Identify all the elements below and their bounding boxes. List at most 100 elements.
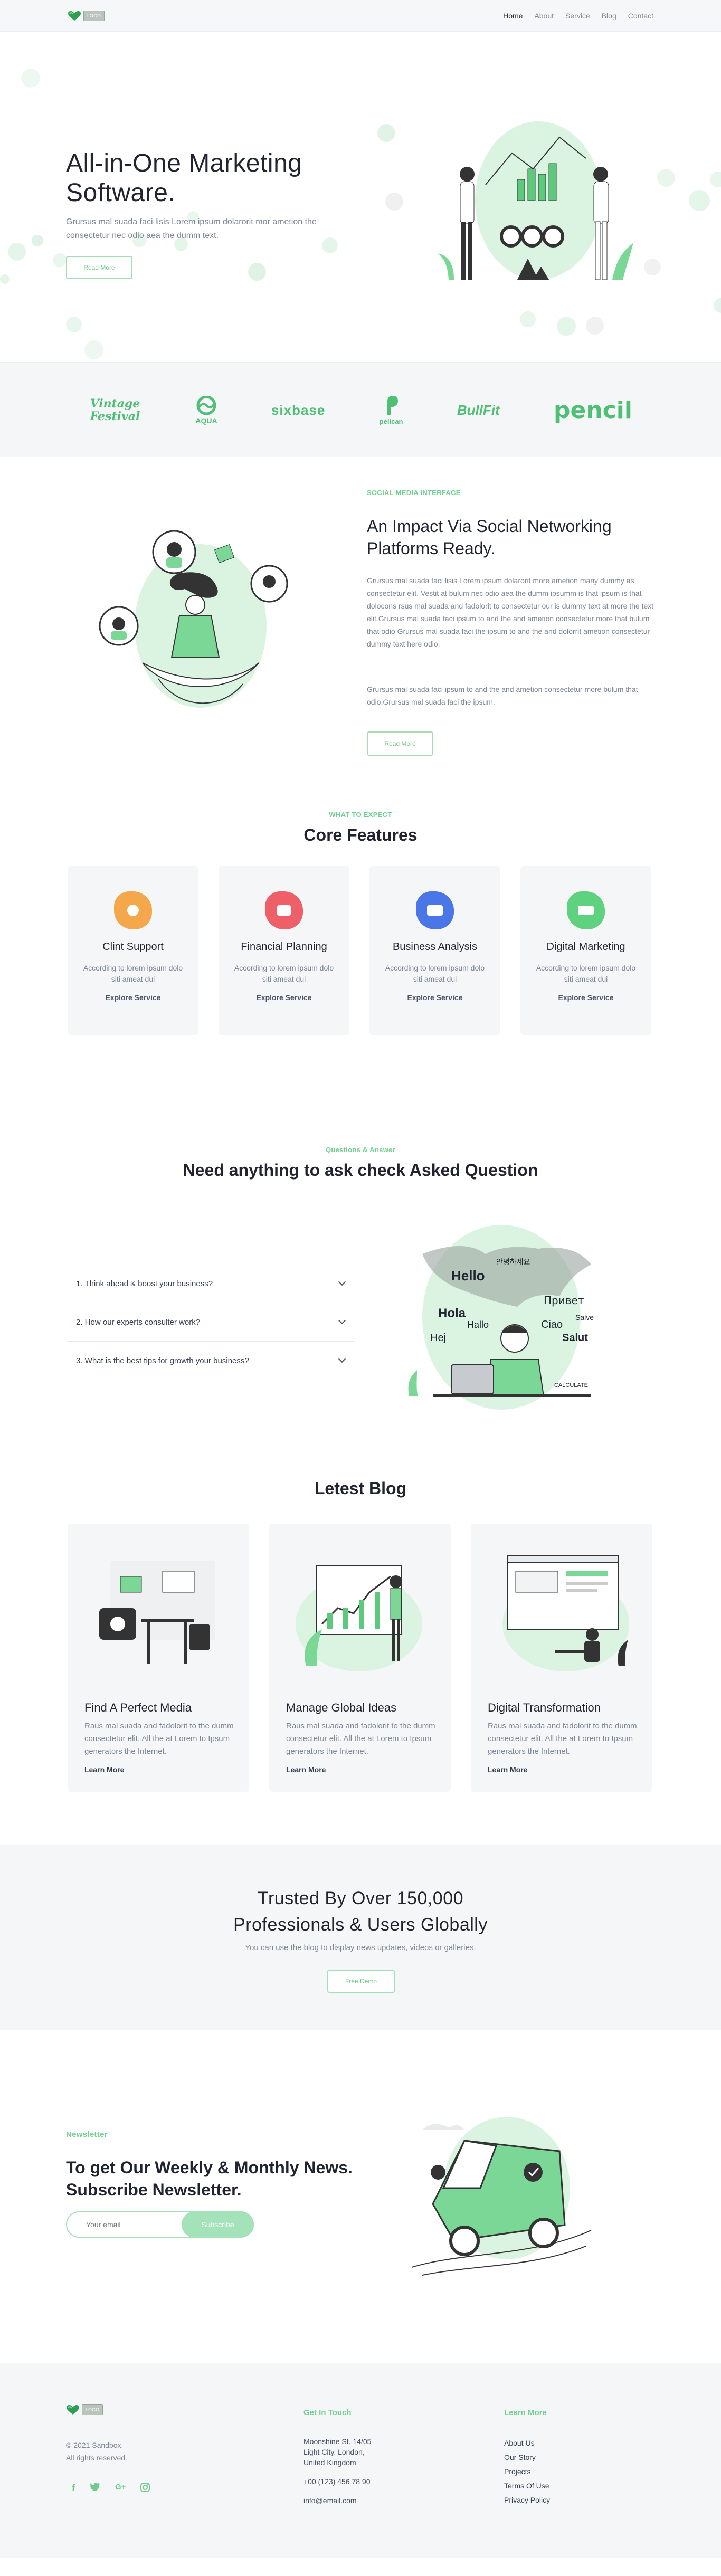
address-line-3: United Kingdom xyxy=(303,2458,356,2467)
faq-accordion: 1. Think ahead & boost your business? 2.… xyxy=(68,1265,355,1380)
hero-read-more-button[interactable]: Read More xyxy=(66,256,132,279)
faq-question[interactable]: 3. What is the best tips for growth your… xyxy=(68,1342,355,1380)
blog-post-text: Raus mal suada and fadolorit to the dumm… xyxy=(488,1722,637,1756)
features-title: Core Features xyxy=(303,825,418,844)
main-menu: Home About Service Blog Contact xyxy=(503,12,653,20)
email-link[interactable]: info@email.com xyxy=(303,2495,371,2506)
social-text-1: Grursus mal suada faci lisis Lorem ipsum… xyxy=(367,576,654,648)
footer-link-our-story[interactable]: Our Story xyxy=(504,2450,550,2465)
blog-posts: Find A Perfect Media Raus mal suada and … xyxy=(68,1524,652,1792)
trust-title-line-2: Professionals & Users Globally xyxy=(233,1915,488,1935)
facebook-icon[interactable]: f xyxy=(72,2483,75,2495)
faq-eyebrow: Questions & Answer xyxy=(325,1146,396,1154)
hero-section: All-in-One Marketing Software. Grursus m… xyxy=(0,32,721,362)
book-label: CALCULATE xyxy=(554,1382,588,1389)
blog-post-card[interactable]: Digital Transformation Raus mal suada an… xyxy=(471,1524,652,1792)
brand-logo-vintage-festival: Vintage Festival xyxy=(90,397,140,423)
feature-card-client-support[interactable]: Clint Support According to lorem ipsum d… xyxy=(68,866,198,1035)
trust-text: You can use the blog to display news upd… xyxy=(245,1943,476,1952)
feature-card-financial-planning[interactable]: Financial Planning According to lorem ip… xyxy=(219,866,349,1035)
copyright-line-2: All rights reserved. xyxy=(66,2454,127,2462)
chevron-down-icon xyxy=(338,1355,346,1363)
footer-link-terms[interactable]: Terms Of Use xyxy=(504,2479,550,2493)
feature-card-digital-marketing[interactable]: Digital Marketing According to lorem ips… xyxy=(520,866,651,1035)
salve-word: Salve xyxy=(575,1313,594,1322)
core-features-section: WHAT TO EXPECT Core Features Clint Suppo… xyxy=(0,805,721,1127)
nav-about-link[interactable]: About xyxy=(534,12,554,20)
footer-link-about-us[interactable]: About Us xyxy=(504,2436,550,2450)
aqua-wave-icon xyxy=(196,395,216,415)
blog-post-card[interactable]: Manage Global Ideas Raus mal suada and f… xyxy=(269,1524,451,1792)
social-media-section: SOCIAL MEDIA INTERFACE An Impact Via Soc… xyxy=(0,457,721,805)
blog-post-text: Raus mal suada and fadolorit to the dumm… xyxy=(84,1722,234,1756)
learn-more-link[interactable]: Learn More xyxy=(84,1765,124,1774)
feature-card-title: Clint Support xyxy=(102,941,164,953)
languages-illustration: Hello Hola Hallo Hej Привет Ciao Salut S… xyxy=(408,1225,594,1410)
footer-learn-more-column: Learn More About Us Our Story Projects T… xyxy=(504,2408,550,2507)
aqua-brand-label: AQUA xyxy=(195,416,217,425)
nav-blog-link[interactable]: Blog xyxy=(602,12,616,20)
contact-heading: Get In Touch xyxy=(303,2408,352,2417)
site-logo[interactable]: LOGO xyxy=(68,11,105,21)
trust-title-line-1: Trusted By Over 150,000 xyxy=(257,1888,464,1908)
brand-logos-strip: Vintage Festival AQUA sixbase pelican Bu… xyxy=(0,362,721,457)
feature-card-title: Business Analysis xyxy=(392,941,478,953)
social-title: An Impact Via Social Networking Platform… xyxy=(367,517,612,558)
address-line-2: Light City, London, xyxy=(303,2448,365,2456)
nav-contact-link[interactable]: Contact xyxy=(628,12,653,20)
digital-marketing-icon xyxy=(567,891,605,929)
annyeong-word: 안녕하세요 xyxy=(496,1258,530,1267)
global-ideas-illustration xyxy=(296,1565,422,1671)
google-plus-icon[interactable]: G+ xyxy=(115,2483,126,2495)
privet-word: Привет xyxy=(544,1294,584,1307)
social-text-2: Grursus mal suada faci ipsum to and the … xyxy=(367,685,638,706)
social-links: f G+ xyxy=(72,2483,150,2495)
footer-logo[interactable]: LOGO xyxy=(66,2404,103,2415)
brand-logo-sixbase: sixbase xyxy=(271,402,326,418)
footer-link-privacy[interactable]: Privacy Policy xyxy=(504,2493,550,2507)
salut-word: Salut xyxy=(562,1332,588,1344)
feature-card-text: According to lorem ipsum dolo siti ameat… xyxy=(234,964,334,983)
blog-post-title: Digital Transformation xyxy=(488,1701,601,1714)
faq-question[interactable]: 1. Think ahead & boost your business? xyxy=(68,1265,355,1303)
learn-more-link[interactable]: Learn More xyxy=(286,1765,326,1774)
explore-service-link[interactable]: Explore Service xyxy=(520,993,651,1002)
chevron-down-icon xyxy=(338,1278,346,1286)
trust-section: Trusted By Over 150,000 Professionals & … xyxy=(0,1845,721,2030)
explore-service-link[interactable]: Explore Service xyxy=(219,993,349,1002)
copyright-line-1: © 2021 Sandbox. xyxy=(66,2441,124,2449)
social-eyebrow: SOCIAL MEDIA INTERFACE xyxy=(367,489,461,497)
subscribe-button[interactable]: Subscribe xyxy=(182,2211,254,2238)
blog-post-card[interactable]: Find A Perfect Media Raus mal suada and … xyxy=(68,1524,249,1792)
faq-title: Need anything to ask check Asked Questio… xyxy=(183,1161,538,1180)
trust-title: Trusted By Over 150,000 Professionals & … xyxy=(0,1885,721,1938)
explore-service-link[interactable]: Explore Service xyxy=(68,993,198,1002)
latest-blog-section: Letest Blog Find A Perfect Media Raus ma… xyxy=(0,1465,721,1845)
footer-link-projects[interactable]: Projects xyxy=(504,2465,550,2479)
blog-post-text: Raus mal suada and fadolorit to the dumm… xyxy=(286,1722,435,1756)
instagram-icon[interactable] xyxy=(140,2483,150,2495)
free-demo-button[interactable]: Free Demo xyxy=(327,1970,395,1993)
nav-home-link[interactable]: Home xyxy=(503,12,523,20)
brand-logo-bullfit: BullFit xyxy=(457,402,500,418)
blog-post-title: Manage Global Ideas xyxy=(286,1701,397,1714)
heart-logo-icon xyxy=(66,2404,80,2415)
feature-card-business-analysis[interactable]: Business Analysis According to lorem ips… xyxy=(369,866,500,1035)
brand-logo-pelican: pelican xyxy=(380,395,403,425)
nav-service-link[interactable]: Service xyxy=(565,12,590,20)
newsletter-title: To get Our Weekly & Monthly News. Subscr… xyxy=(66,2158,353,2199)
twitter-icon[interactable] xyxy=(90,2483,100,2495)
explore-service-link[interactable]: Explore Service xyxy=(369,993,500,1002)
navbar: LOGO Home About Service Blog Contact xyxy=(0,0,721,32)
newsletter-form: Subscribe xyxy=(66,2211,254,2238)
footer-contact-column: Get In Touch Moonshine St. 14/05 Light C… xyxy=(303,2408,371,2506)
heart-logo-icon xyxy=(68,11,81,21)
faq-question-text: 2. How our experts consulter work? xyxy=(76,1317,201,1327)
business-analysis-icon xyxy=(416,891,454,929)
email-input[interactable] xyxy=(67,2220,182,2229)
brand-logo-pencil: pencil xyxy=(554,396,632,424)
learn-more-link[interactable]: Learn More xyxy=(488,1765,527,1774)
faq-question[interactable]: 2. How our experts consulter work? xyxy=(68,1303,355,1342)
digital-transformation-illustration xyxy=(502,1555,629,1671)
social-read-more-button[interactable]: Read More xyxy=(367,731,433,756)
